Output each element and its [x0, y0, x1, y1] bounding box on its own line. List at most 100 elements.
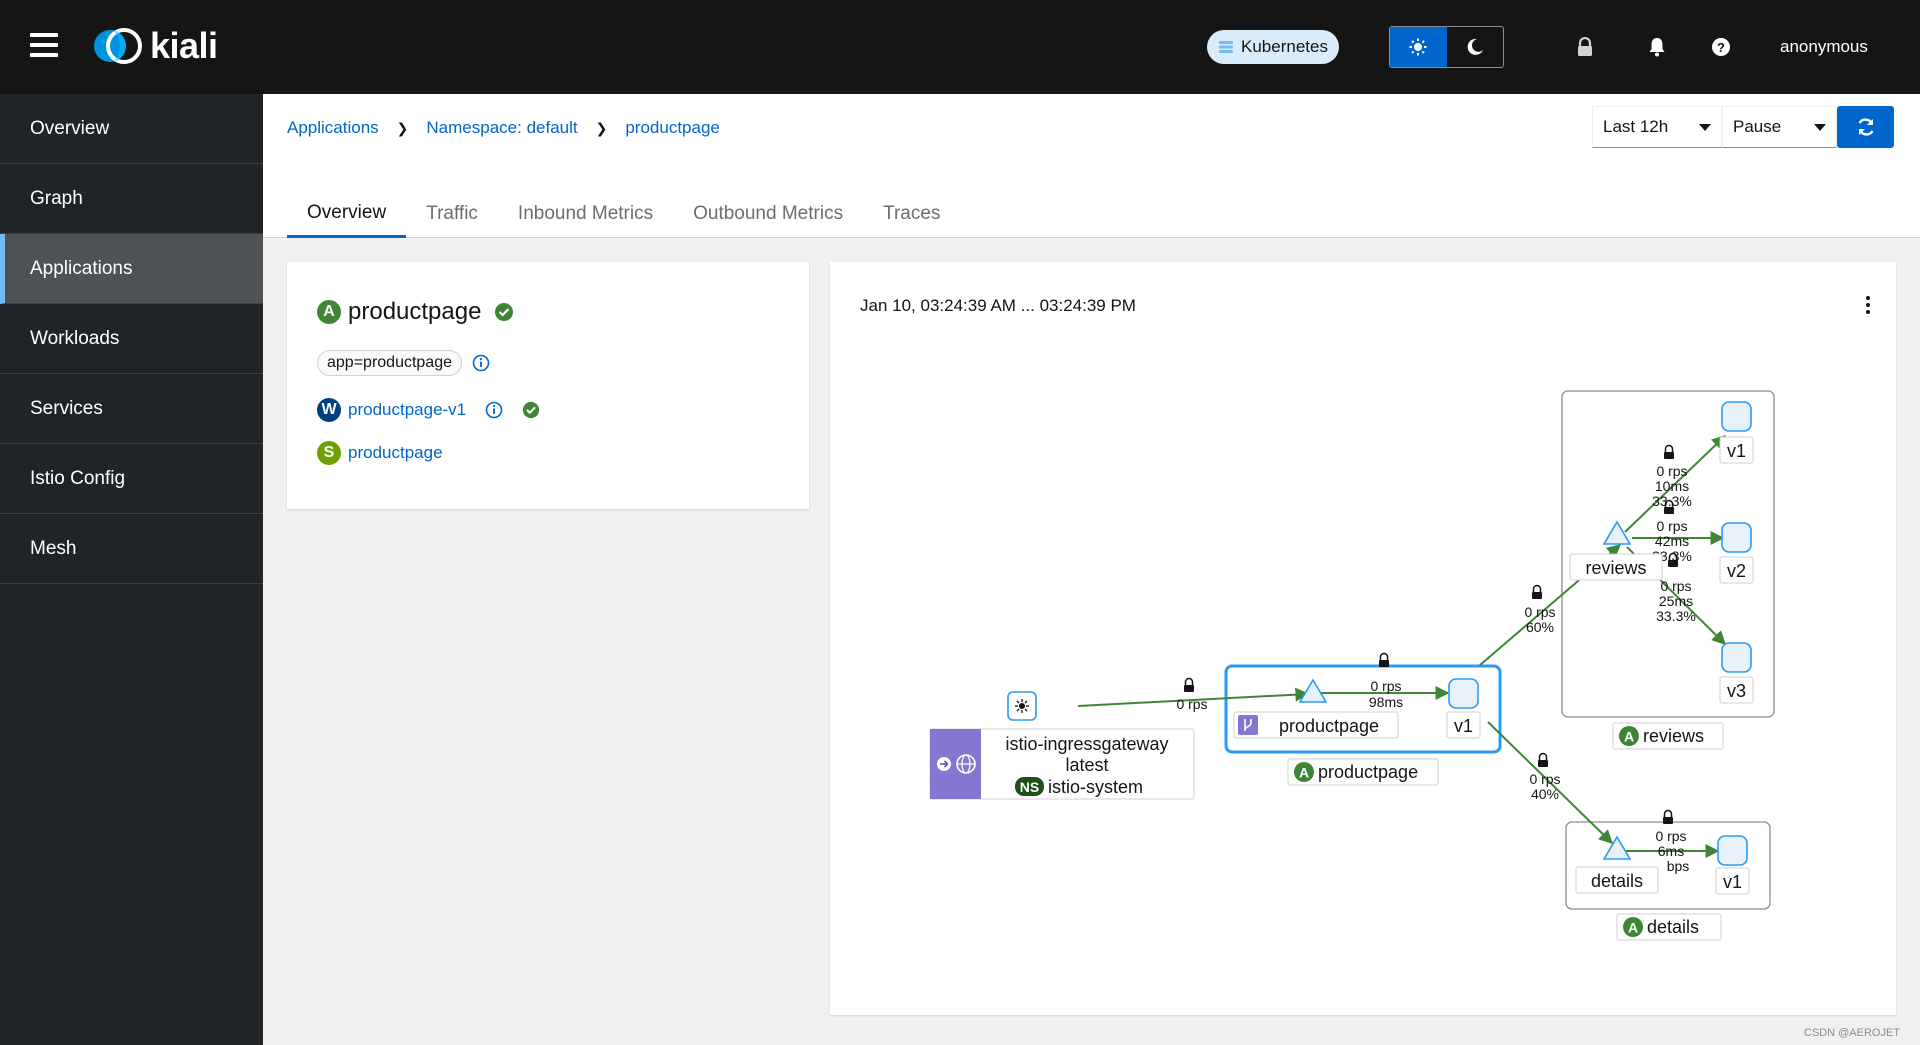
edge-label: 0 rps [1529, 771, 1560, 787]
chevron-right-icon: ❯ [595, 119, 608, 136]
caret-down-icon [1814, 123, 1826, 131]
service-row: S productpage [317, 441, 443, 465]
reviews-v3-node[interactable] [1721, 642, 1752, 673]
sidebar: Overview Graph Applications Workloads Se… [0, 94, 263, 1045]
refresh-button[interactable] [1837, 106, 1894, 148]
mtls-lock-icon [1662, 809, 1674, 825]
reviews-v1-label: v1 [1727, 441, 1746, 461]
tab-inbound-metrics[interactable]: Inbound Metrics [498, 190, 673, 238]
productpage-v1-node[interactable] [1448, 678, 1479, 709]
sidebar-item-overview[interactable]: Overview [0, 94, 263, 164]
reviews-v2-node[interactable] [1721, 522, 1752, 553]
breadcrumb-app[interactable]: productpage [625, 118, 720, 138]
bell-icon[interactable] [1646, 36, 1668, 58]
moon-icon [1467, 38, 1483, 55]
service-link[interactable]: productpage [348, 443, 443, 463]
health-ok-icon[interactable] [522, 401, 540, 419]
page-header: Applications ❯ Namespace: default ❯ prod… [263, 94, 1920, 238]
edge-label: 0 rps [1660, 578, 1691, 594]
help-icon[interactable]: ? [1710, 36, 1732, 58]
mini-graph-card: Jan 10, 03:24:39 AM ... 03:24:39 PM 0 rp… [830, 262, 1896, 1015]
virtual-service-icon [1238, 715, 1258, 735]
theme-toggle [1389, 26, 1504, 68]
edge-label: bps [1667, 858, 1690, 874]
edge-label: 0 rps [1176, 696, 1207, 712]
breadcrumb-applications[interactable]: Applications [287, 118, 379, 138]
time-range-select[interactable]: Last 12h [1592, 106, 1722, 148]
details-service-name: details [1591, 871, 1643, 891]
service-badge: S [317, 441, 341, 465]
edge-label: 40% [1531, 786, 1559, 802]
breadcrumb-namespace[interactable]: Namespace: default [426, 118, 577, 138]
info-icon[interactable] [485, 401, 503, 419]
reviews-service-name: reviews [1585, 558, 1646, 578]
dark-theme-button[interactable] [1447, 27, 1504, 67]
edge-label: 6ms [1658, 843, 1684, 859]
workload-row: W productpage-v1 [317, 398, 540, 422]
sidebar-item-workloads[interactable]: Workloads [0, 304, 263, 374]
app-badge: A [317, 300, 341, 324]
kiali-logo[interactable]: kiali [88, 24, 218, 68]
edge-label: 0 rps [1370, 678, 1401, 694]
tab-traces[interactable]: Traces [863, 190, 960, 238]
sidebar-item-istio-config[interactable]: Istio Config [0, 444, 263, 514]
traffic-graph: 0 rps 0 rps 98ms 0 rps 60% 0 rps 40% 0 r… [929, 390, 1775, 941]
gateway-name: istio-ingressgateway [1005, 734, 1168, 754]
edge-label: 0 rps [1656, 518, 1687, 534]
watermark: CSDN @AEROJET [1803, 1027, 1900, 1039]
tab-overview[interactable]: Overview [287, 190, 407, 238]
edge-label: 33.3% [1656, 608, 1696, 624]
edge-label: 10ms [1655, 478, 1689, 494]
masthead: kiali Kubernetes ? anonymous [0, 0, 1920, 94]
light-theme-button[interactable] [1390, 27, 1447, 67]
cluster-icon [1219, 41, 1233, 53]
health-ok-icon[interactable] [494, 302, 514, 322]
svg-text:?: ? [1717, 40, 1725, 55]
tab-outbound-metrics[interactable]: Outbound Metrics [673, 190, 863, 238]
sidebar-item-mesh[interactable]: Mesh [0, 514, 263, 584]
reviews-v2-label: v2 [1727, 561, 1746, 581]
edge-label: 0 rps [1656, 463, 1687, 479]
productpage-service-name: productpage [1279, 716, 1379, 736]
mtls-lock-icon [1183, 677, 1195, 693]
app-badge-text: A [1624, 729, 1634, 745]
productpage-v1-label: v1 [1454, 716, 1473, 736]
user-menu[interactable]: anonymous [1780, 37, 1868, 57]
cluster-name: Kubernetes [1241, 37, 1328, 56]
edge-label: 0 rps [1524, 604, 1555, 620]
app-name: productpage [348, 298, 482, 325]
details-v1-label: v1 [1723, 872, 1742, 892]
refresh-icon [1857, 118, 1874, 136]
reviews-v1-node[interactable] [1721, 401, 1752, 432]
mtls-lock-icon [1531, 584, 1543, 600]
main-content: Applications ❯ Namespace: default ❯ prod… [263, 94, 1920, 1045]
refresh-interval-select[interactable]: Pause [1722, 106, 1837, 148]
refresh-interval-value: Pause [1733, 117, 1782, 136]
sidebar-item-graph[interactable]: Graph [0, 164, 263, 234]
reviews-v3-label: v3 [1727, 681, 1746, 701]
sidebar-item-services[interactable]: Services [0, 374, 263, 444]
workload-badge: W [317, 398, 341, 422]
time-controls: Last 12h Pause [1592, 106, 1894, 148]
app-badge-text: A [1299, 765, 1309, 781]
app-title: A productpage [317, 298, 514, 326]
details-v1-node[interactable] [1717, 835, 1748, 866]
gateway-namespace: istio-system [1048, 777, 1143, 797]
time-range-value: Last 12h [1603, 117, 1669, 136]
app-labels: app=productpage [317, 350, 490, 376]
mtls-lock-icon [1537, 752, 1549, 768]
info-icon[interactable] [472, 354, 490, 372]
kiali-logo-icon [94, 28, 142, 64]
tab-traffic[interactable]: Traffic [406, 190, 498, 238]
details-app-name: details [1647, 917, 1699, 937]
app-overview-card: A productpage app=productpage W productp… [287, 262, 809, 509]
hamburger-menu-icon[interactable] [30, 33, 58, 57]
edge-label: 33.3% [1652, 493, 1692, 509]
lock-icon[interactable] [1574, 36, 1596, 58]
edge-label: 98ms [1369, 694, 1403, 710]
mtls-lock-icon [1378, 652, 1390, 668]
workload-link[interactable]: productpage-v1 [348, 400, 466, 420]
sidebar-item-applications[interactable]: Applications [0, 234, 263, 304]
caret-down-icon [1699, 123, 1711, 131]
edge-label: 60% [1526, 619, 1554, 635]
